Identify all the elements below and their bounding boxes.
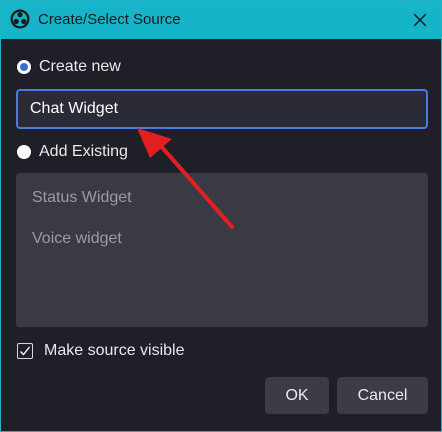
- make-visible-option[interactable]: Make source visible: [17, 341, 185, 361]
- make-visible-checkbox[interactable]: [17, 343, 33, 359]
- existing-sources-list[interactable]: Status Widget Voice widget: [16, 173, 428, 327]
- source-name-input[interactable]: [16, 89, 428, 129]
- add-existing-label: Add Existing: [39, 143, 128, 160]
- title-bar[interactable]: Create/Select Source: [1, 1, 441, 39]
- list-item[interactable]: Status Widget: [32, 189, 132, 207]
- dialog-title: Create/Select Source: [38, 11, 181, 28]
- add-existing-option[interactable]: Add Existing: [17, 142, 128, 162]
- create-new-option[interactable]: Create new: [17, 57, 121, 77]
- close-button[interactable]: [409, 9, 431, 31]
- cancel-button[interactable]: Cancel: [337, 377, 428, 414]
- create-new-radio[interactable]: [17, 60, 31, 74]
- close-icon: [413, 13, 427, 27]
- create-new-label: Create new: [39, 58, 121, 75]
- create-select-source-dialog: Create/Select Source Create new Add Exis…: [0, 0, 442, 432]
- obs-logo-icon: [10, 9, 30, 29]
- make-visible-label: Make source visible: [44, 342, 185, 359]
- add-existing-radio[interactable]: [17, 145, 31, 159]
- list-item[interactable]: Voice widget: [32, 230, 122, 248]
- checkmark-icon: [20, 346, 31, 356]
- ok-button[interactable]: OK: [265, 377, 329, 414]
